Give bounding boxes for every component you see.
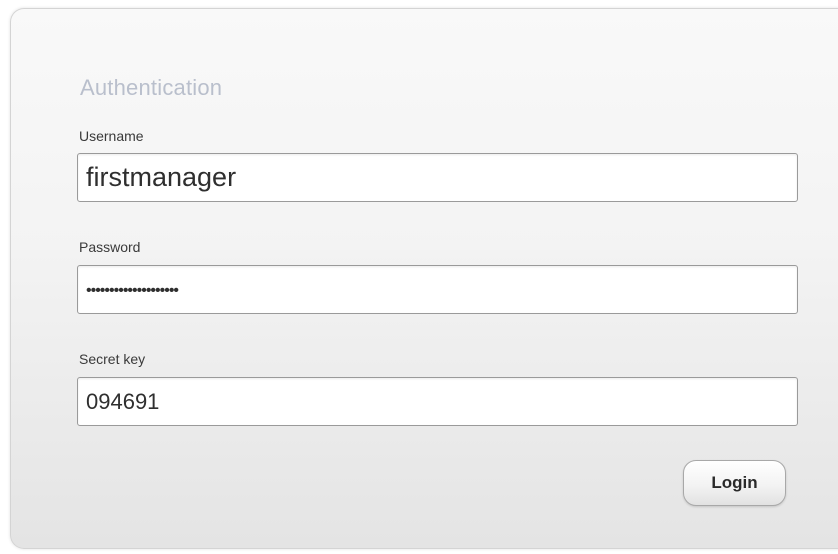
username-label: Username xyxy=(79,128,144,144)
username-field[interactable]: firstmanager xyxy=(77,153,798,202)
secret-key-label: Secret key xyxy=(79,351,146,367)
password-field[interactable]: •••••••••••••••••••• xyxy=(77,265,798,314)
password-label: Password xyxy=(79,239,141,255)
panel-title: Authentication xyxy=(80,75,223,100)
secret-key-field[interactable]: 094691 xyxy=(77,377,798,426)
login-button[interactable]: Login xyxy=(683,460,786,506)
